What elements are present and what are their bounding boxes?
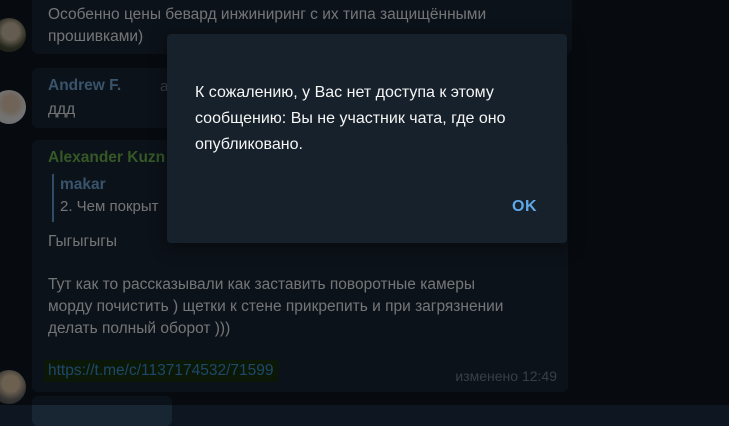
access-denied-dialog: К сожалению, у Вас нет доступа к этому с… (167, 34, 567, 243)
dialog-message-line: К сожалению, у Вас нет доступа к этому (195, 80, 545, 106)
dialog-message: К сожалению, у Вас нет доступа к этому с… (195, 80, 545, 158)
dialog-message-line: опубликовано. (195, 132, 545, 158)
dialog-message-line: сообщению: Вы не участник чата, где оно (195, 106, 545, 132)
ok-button[interactable]: OK (504, 194, 545, 220)
